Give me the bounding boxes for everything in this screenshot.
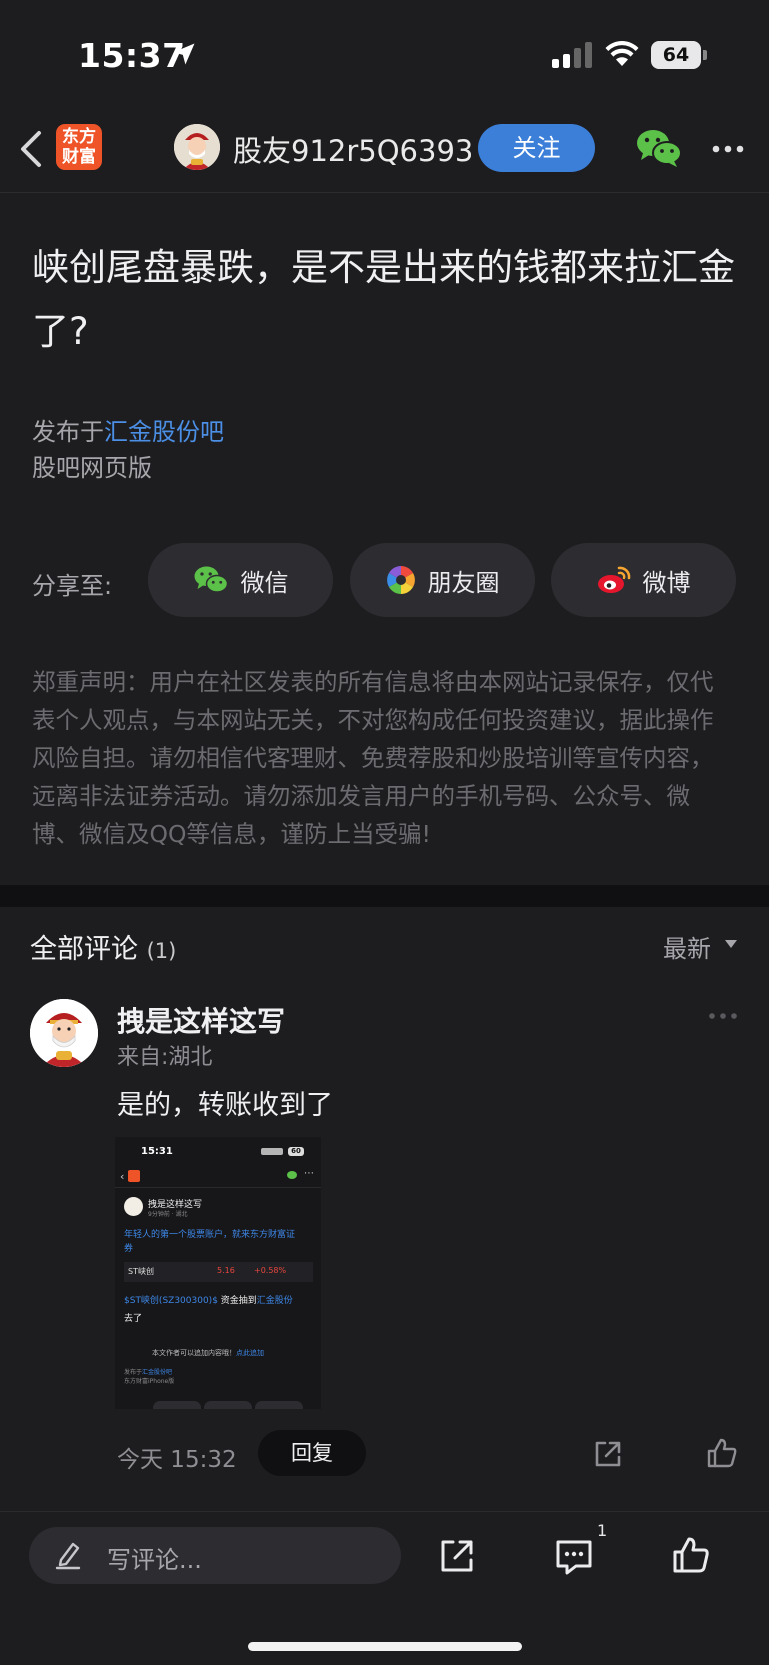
mini-body-line-1: $ST峡创(SZ300300)$ 资金抽到汇金股份 xyxy=(124,1293,293,1306)
mini-body-end: 去了 xyxy=(124,1314,143,1324)
moments-icon xyxy=(386,566,415,594)
comments-title: 全部评论 xyxy=(30,934,138,965)
more-options-icon[interactable] xyxy=(712,145,744,153)
author-username[interactable]: 股友912r5Q6393 xyxy=(233,128,473,170)
mini-stock-link: $ST峡创(SZ300300)$ xyxy=(124,1296,218,1306)
pencil-icon xyxy=(55,1542,81,1570)
section-divider xyxy=(0,885,769,907)
share-moments-button[interactable]: 朋友圈 xyxy=(350,543,535,617)
mini-ad-line-2: 券 xyxy=(124,1244,134,1254)
comments-count: (1) xyxy=(146,939,177,963)
mini-more-icon: ⋯ xyxy=(304,1168,314,1179)
caret-down-icon[interactable] xyxy=(724,939,738,949)
comment-image[interactable]: 15:31 60 ‹ ⋯ 拽是这样这写 9分钟前 · 湖北 年轻人的第一个股票账… xyxy=(115,1137,321,1409)
forum-link[interactable]: 汇金股份吧 xyxy=(104,418,224,446)
mini-share-pill-1 xyxy=(153,1401,201,1409)
comment-time: 今天 15:32 xyxy=(117,1447,237,1473)
mini-signal-icon xyxy=(261,1148,283,1155)
reply-button[interactable]: 回复 xyxy=(258,1430,366,1476)
mini-add-notice-line: 本文作者可以追加内容哦！点此追加 xyxy=(152,1348,264,1358)
mini-divider xyxy=(115,1187,321,1188)
like-icon[interactable] xyxy=(672,1535,710,1575)
sort-dropdown[interactable]: 最新 xyxy=(663,929,711,964)
comment-placeholder[interactable]: 写评论... xyxy=(107,1540,202,1575)
comment-share-icon[interactable] xyxy=(592,1438,624,1470)
comment-location: 来自:湖北 xyxy=(117,1045,213,1070)
publish-source: 股吧网页版 xyxy=(32,454,152,482)
mini-back-icon: ‹ xyxy=(120,1170,125,1183)
nav-divider xyxy=(0,192,769,193)
mini-stock-name: ST峡创 xyxy=(128,1267,154,1276)
publish-info: 发布于汇金股份吧 xyxy=(32,412,224,447)
caishen-avatar-icon xyxy=(30,999,98,1067)
mini-battery: 60 xyxy=(288,1147,304,1156)
mini-published-forum: 汇金股份吧 xyxy=(142,1369,173,1376)
share-label: 分享至: xyxy=(32,572,113,600)
author-avatar[interactable] xyxy=(174,124,220,170)
app-logo[interactable]: 东方财富 xyxy=(56,124,102,170)
mini-stock-price: 5.16 xyxy=(217,1266,235,1275)
comment-author-name[interactable]: 拽是这样这写 xyxy=(117,1000,285,1040)
location-arrow-icon xyxy=(173,43,195,65)
bottom-divider xyxy=(0,1511,769,1512)
mini-share-pill-2 xyxy=(204,1401,252,1409)
mini-meta: 9分钟前 · 湖北 xyxy=(148,1211,188,1218)
weibo-icon xyxy=(597,566,630,593)
publish-prefix: 发布于 xyxy=(32,418,104,446)
share-wechat-button[interactable]: 微信 xyxy=(148,543,333,617)
battery-indicator: 64 xyxy=(651,41,701,69)
mini-share-pill-3 xyxy=(255,1401,303,1409)
mini-stock-change: +0.58% xyxy=(254,1266,287,1275)
disclaimer-text: 郑重声明：用户在社区发表的所有信息将由本网站记录保存，仅代表个人观点，与本网站无… xyxy=(32,668,714,848)
share-moments-label: 朋友圈 xyxy=(427,568,500,597)
comment-count-badge: 1 xyxy=(597,1521,608,1540)
home-indicator[interactable] xyxy=(248,1642,522,1651)
share-icon[interactable] xyxy=(438,1537,476,1575)
mini-ad-line-1: 年轻人的第一个股票账户，就来东方财富证 xyxy=(124,1230,296,1240)
comment-more-icon[interactable] xyxy=(708,1012,738,1020)
mini-body-middle: 资金抽到 xyxy=(217,1296,257,1306)
share-weibo-label: 微博 xyxy=(642,568,691,597)
mini-published-line: 发布于汇金股份吧 xyxy=(124,1367,172,1376)
mini-logo xyxy=(128,1170,140,1182)
mini-published-source: 东方财富iPhone版 xyxy=(124,1378,175,1385)
article-title: 峡创尾盘暴跌，是不是出来的钱都来拉汇金了? xyxy=(32,246,735,353)
battery-tip xyxy=(703,50,707,60)
mini-add-notice: 本文作者可以追加内容哦！ xyxy=(152,1349,236,1357)
mini-wechat-icon xyxy=(287,1171,297,1179)
comment-author-avatar[interactable] xyxy=(30,999,98,1067)
mini-forum-link: 汇金股份 xyxy=(256,1296,293,1306)
wifi-icon xyxy=(605,41,639,66)
comment-input[interactable] xyxy=(29,1527,401,1584)
wechat-icon xyxy=(194,566,228,593)
mini-status-time: 15:31 xyxy=(141,1146,173,1157)
share-weibo-button[interactable]: 微博 xyxy=(551,543,736,617)
share-wechat-label: 微信 xyxy=(240,568,289,597)
comment-text: 是的，转账收到了 xyxy=(117,1090,333,1121)
comment-like-icon[interactable] xyxy=(706,1437,738,1469)
comment-icon[interactable] xyxy=(554,1537,594,1577)
wechat-share-icon[interactable] xyxy=(636,128,682,168)
comments-header: 全部评论 (1) xyxy=(30,927,176,966)
mini-published-prefix: 发布于 xyxy=(124,1369,143,1376)
caishen-avatar-icon xyxy=(174,124,220,170)
mini-add-link: 点此追加 xyxy=(236,1349,264,1357)
mini-avatar xyxy=(124,1197,143,1216)
back-chevron-icon[interactable] xyxy=(18,130,44,168)
cellular-signal-icon xyxy=(552,42,592,68)
follow-button[interactable]: 关注 xyxy=(478,124,595,172)
